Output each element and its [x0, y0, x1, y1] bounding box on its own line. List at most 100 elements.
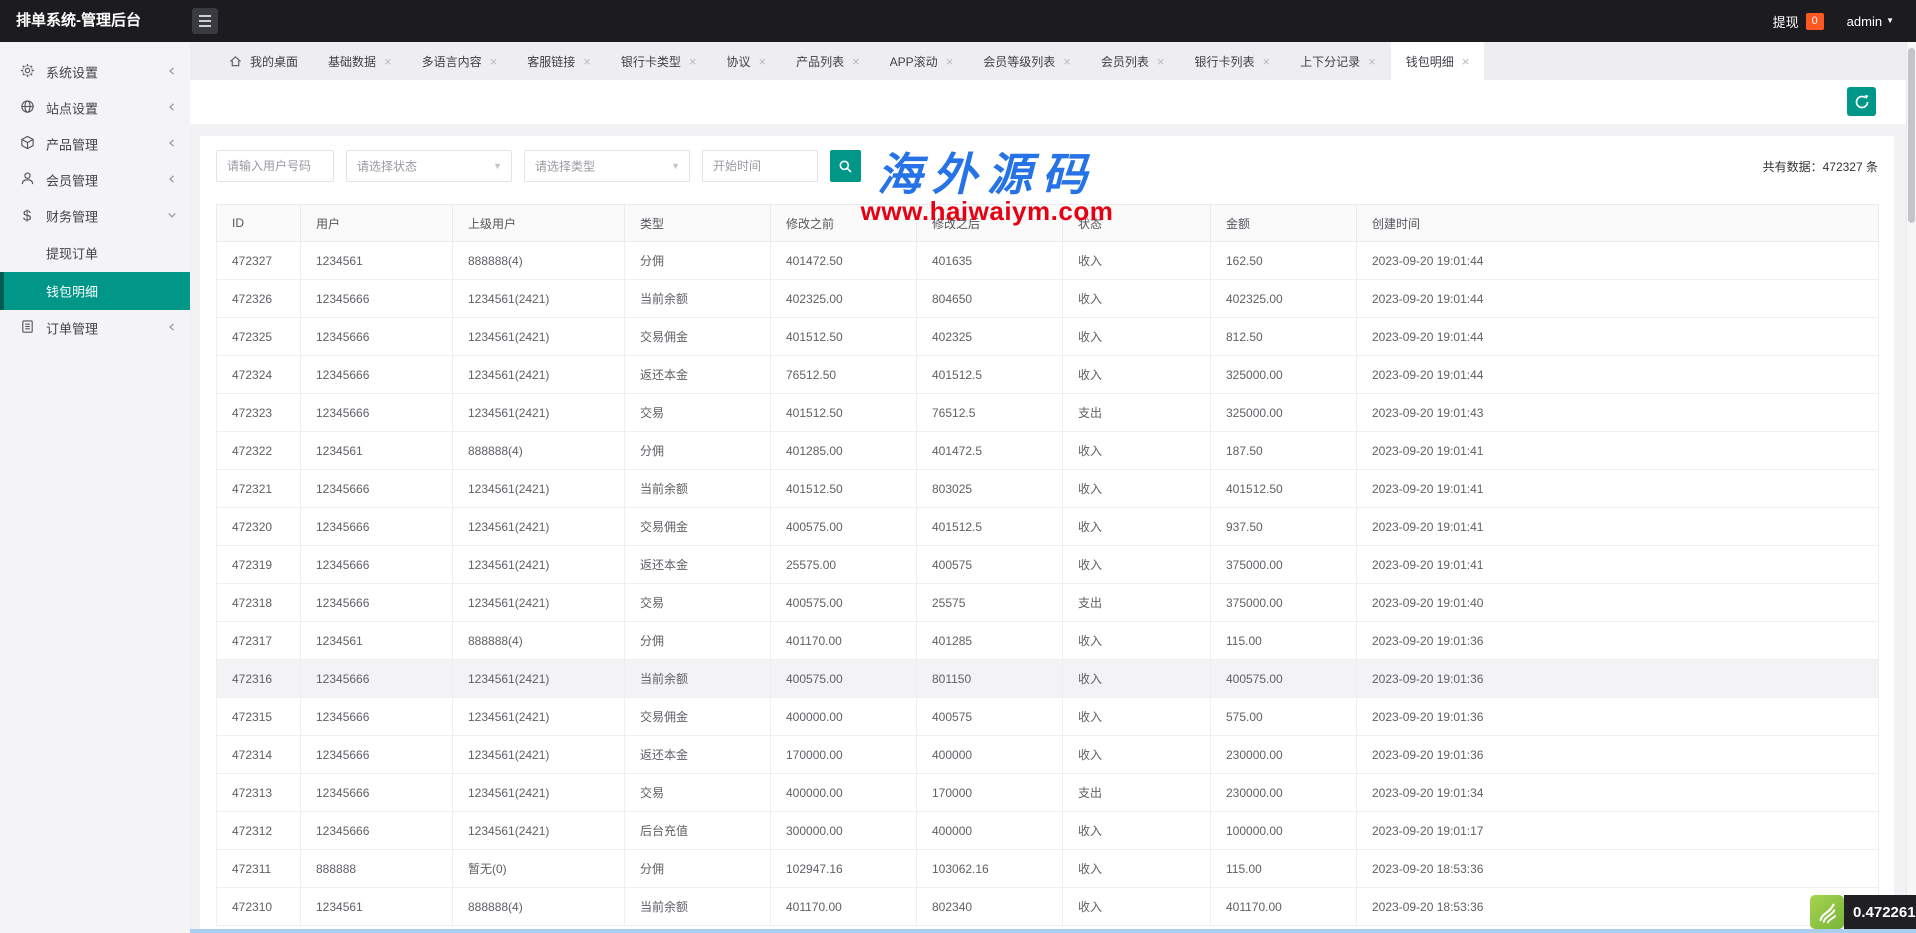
cell: 102947.16 [770, 849, 917, 888]
close-icon[interactable]: × [1368, 55, 1376, 68]
close-icon[interactable]: × [689, 55, 697, 68]
column-header-4: 修改之前 [770, 204, 917, 242]
close-icon[interactable]: × [1263, 55, 1271, 68]
cell: 401512.5 [916, 507, 1063, 546]
close-icon[interactable]: × [758, 55, 766, 68]
close-icon[interactable]: × [852, 55, 860, 68]
tab-5[interactable]: 协议 × [711, 42, 781, 80]
cell: 888888 [300, 849, 453, 888]
cell: 472325 [216, 317, 301, 356]
sidebar-item-label: 订单管理 [46, 321, 99, 337]
chevron-down-icon: ▼ [1886, 16, 1894, 25]
cell: 115.00 [1210, 621, 1357, 660]
cell: 1234561 [300, 241, 453, 280]
refresh-button[interactable] [1847, 87, 1876, 116]
cell: 401512.50 [770, 393, 917, 432]
tab-7[interactable]: APP滚动 × [875, 42, 969, 80]
cell: 收入 [1062, 811, 1211, 850]
close-icon[interactable]: × [583, 55, 591, 68]
sidebar: 系统设置 站点设置 产品管理 会员管理 $ 财务管理 提现订单 钱包明细 订单管… [0, 42, 190, 933]
sidebar-item-4[interactable]: $ 财务管理 [0, 198, 190, 234]
sidebar-item-2[interactable]: 产品管理 [0, 126, 190, 162]
sidebar-item-5[interactable]: 订单管理 [0, 310, 190, 346]
tab-4[interactable]: 银行卡类型 × [606, 42, 712, 80]
cell: 472320 [216, 507, 301, 546]
site-icon [20, 100, 34, 113]
sidebar-item-label: 会员管理 [46, 173, 99, 189]
sidebar-subitem-钱包明细[interactable]: 钱包明细 [0, 272, 190, 310]
user-menu[interactable]: admin ▼ [1847, 14, 1894, 29]
close-icon[interactable]: × [946, 55, 954, 68]
cell: 472326 [216, 279, 301, 318]
cell: 888888(4) [452, 431, 625, 470]
sidebar-subitem-提现订单[interactable]: 提现订单 [0, 234, 190, 272]
dollar-icon: $ [22, 207, 32, 225]
tab-9[interactable]: 会员列表 × [1086, 42, 1180, 80]
cell: 1234561(2421) [452, 507, 625, 546]
tab-6[interactable]: 产品列表 × [781, 42, 875, 80]
cell: 12345666 [300, 811, 453, 850]
chevron-left-icon [169, 67, 174, 75]
table-row: 472322 1234561 888888(4) 分佣 401285.00 401472.… [216, 431, 1879, 470]
tab-3[interactable]: 客服链接 × [512, 42, 606, 80]
tab-label: 协议 [726, 54, 751, 69]
table-row: 472316 12345666 1234561(2421) 当前余额 400575.00… [216, 659, 1879, 698]
tab-label: 上下分记录 [1300, 54, 1361, 69]
cell: 12345666 [300, 545, 453, 584]
tab-0[interactable]: 我的桌面 [214, 42, 313, 80]
tab-1[interactable]: 基础数据 × [313, 42, 407, 80]
cell: 401285.00 [770, 431, 917, 470]
cell: 937.50 [1210, 507, 1357, 546]
tab-label: 银行卡列表 [1194, 54, 1255, 69]
cell: 1234561(2421) [452, 317, 625, 356]
cell: 400575.00 [770, 583, 917, 622]
withdraw-count-badge: 0 [1805, 12, 1824, 30]
sidebar-item-0[interactable]: 系统设置 [0, 54, 190, 90]
vertical-scrollbar[interactable] [1906, 42, 1916, 933]
thinkphp-logo-icon[interactable] [1810, 895, 1844, 929]
cell: 收入 [1062, 849, 1211, 888]
cell: 888888(4) [452, 621, 625, 660]
table-row: 472325 12345666 1234561(2421) 交易佣金 401512.50… [216, 317, 1879, 356]
tab-8[interactable]: 会员等级列表 × [968, 42, 1086, 80]
sidebar-toggle-button[interactable] [192, 8, 218, 34]
user-number-input[interactable] [216, 150, 334, 182]
column-header-7: 金额 [1210, 204, 1357, 242]
tab-12[interactable]: 钱包明细 × [1390, 42, 1485, 80]
cell: 1234561(2421) [452, 279, 625, 318]
search-button[interactable] [830, 150, 861, 182]
cell: 230000.00 [1210, 735, 1357, 774]
table-header-row: ID 用户 上级用户 类型 修改之前 修改之后 状态 金额 创建时间 [216, 204, 1879, 242]
tab-2[interactable]: 多语言内容 × [407, 42, 513, 80]
type-select[interactable]: 请选择类型 ▼ [524, 150, 690, 182]
sidebar-item-1[interactable]: 站点设置 [0, 90, 190, 126]
status-select[interactable]: 请选择状态 ▼ [346, 150, 512, 182]
cell: 472327 [216, 241, 301, 280]
scrollbar-thumb[interactable] [1908, 48, 1915, 223]
sidebar-item-3[interactable]: 会员管理 [0, 162, 190, 198]
cell: 收入 [1062, 659, 1211, 698]
cell: 401285 [916, 621, 1063, 660]
withdraw-notice-button[interactable]: 提现 0 [1773, 12, 1824, 31]
close-icon[interactable]: × [384, 55, 392, 68]
cell: 575.00 [1210, 697, 1357, 736]
cell: 分佣 [624, 431, 771, 470]
cell: 当前余额 [624, 887, 771, 926]
cell: 472314 [216, 735, 301, 774]
cell: 170000 [916, 773, 1063, 812]
start-time-input[interactable] [702, 150, 818, 182]
tab-11[interactable]: 上下分记录 × [1285, 42, 1391, 80]
cell: 25575.00 [770, 545, 917, 584]
cell: 后台充值 [624, 811, 771, 850]
chevron-left-icon [169, 323, 174, 331]
cell: 1234561(2421) [452, 545, 625, 584]
sidebar-item-label: 系统设置 [46, 65, 99, 81]
column-header-3: 类型 [624, 204, 771, 242]
close-icon[interactable]: × [490, 55, 498, 68]
cell: 1234561(2421) [452, 393, 625, 432]
top-header-bar: 排单系统-管理后台 提现 0 admin ▼ [0, 0, 1916, 42]
close-icon[interactable]: × [1462, 55, 1470, 68]
tab-10[interactable]: 银行卡列表 × [1180, 42, 1286, 80]
close-icon[interactable]: × [1157, 55, 1165, 68]
close-icon[interactable]: × [1063, 55, 1071, 68]
